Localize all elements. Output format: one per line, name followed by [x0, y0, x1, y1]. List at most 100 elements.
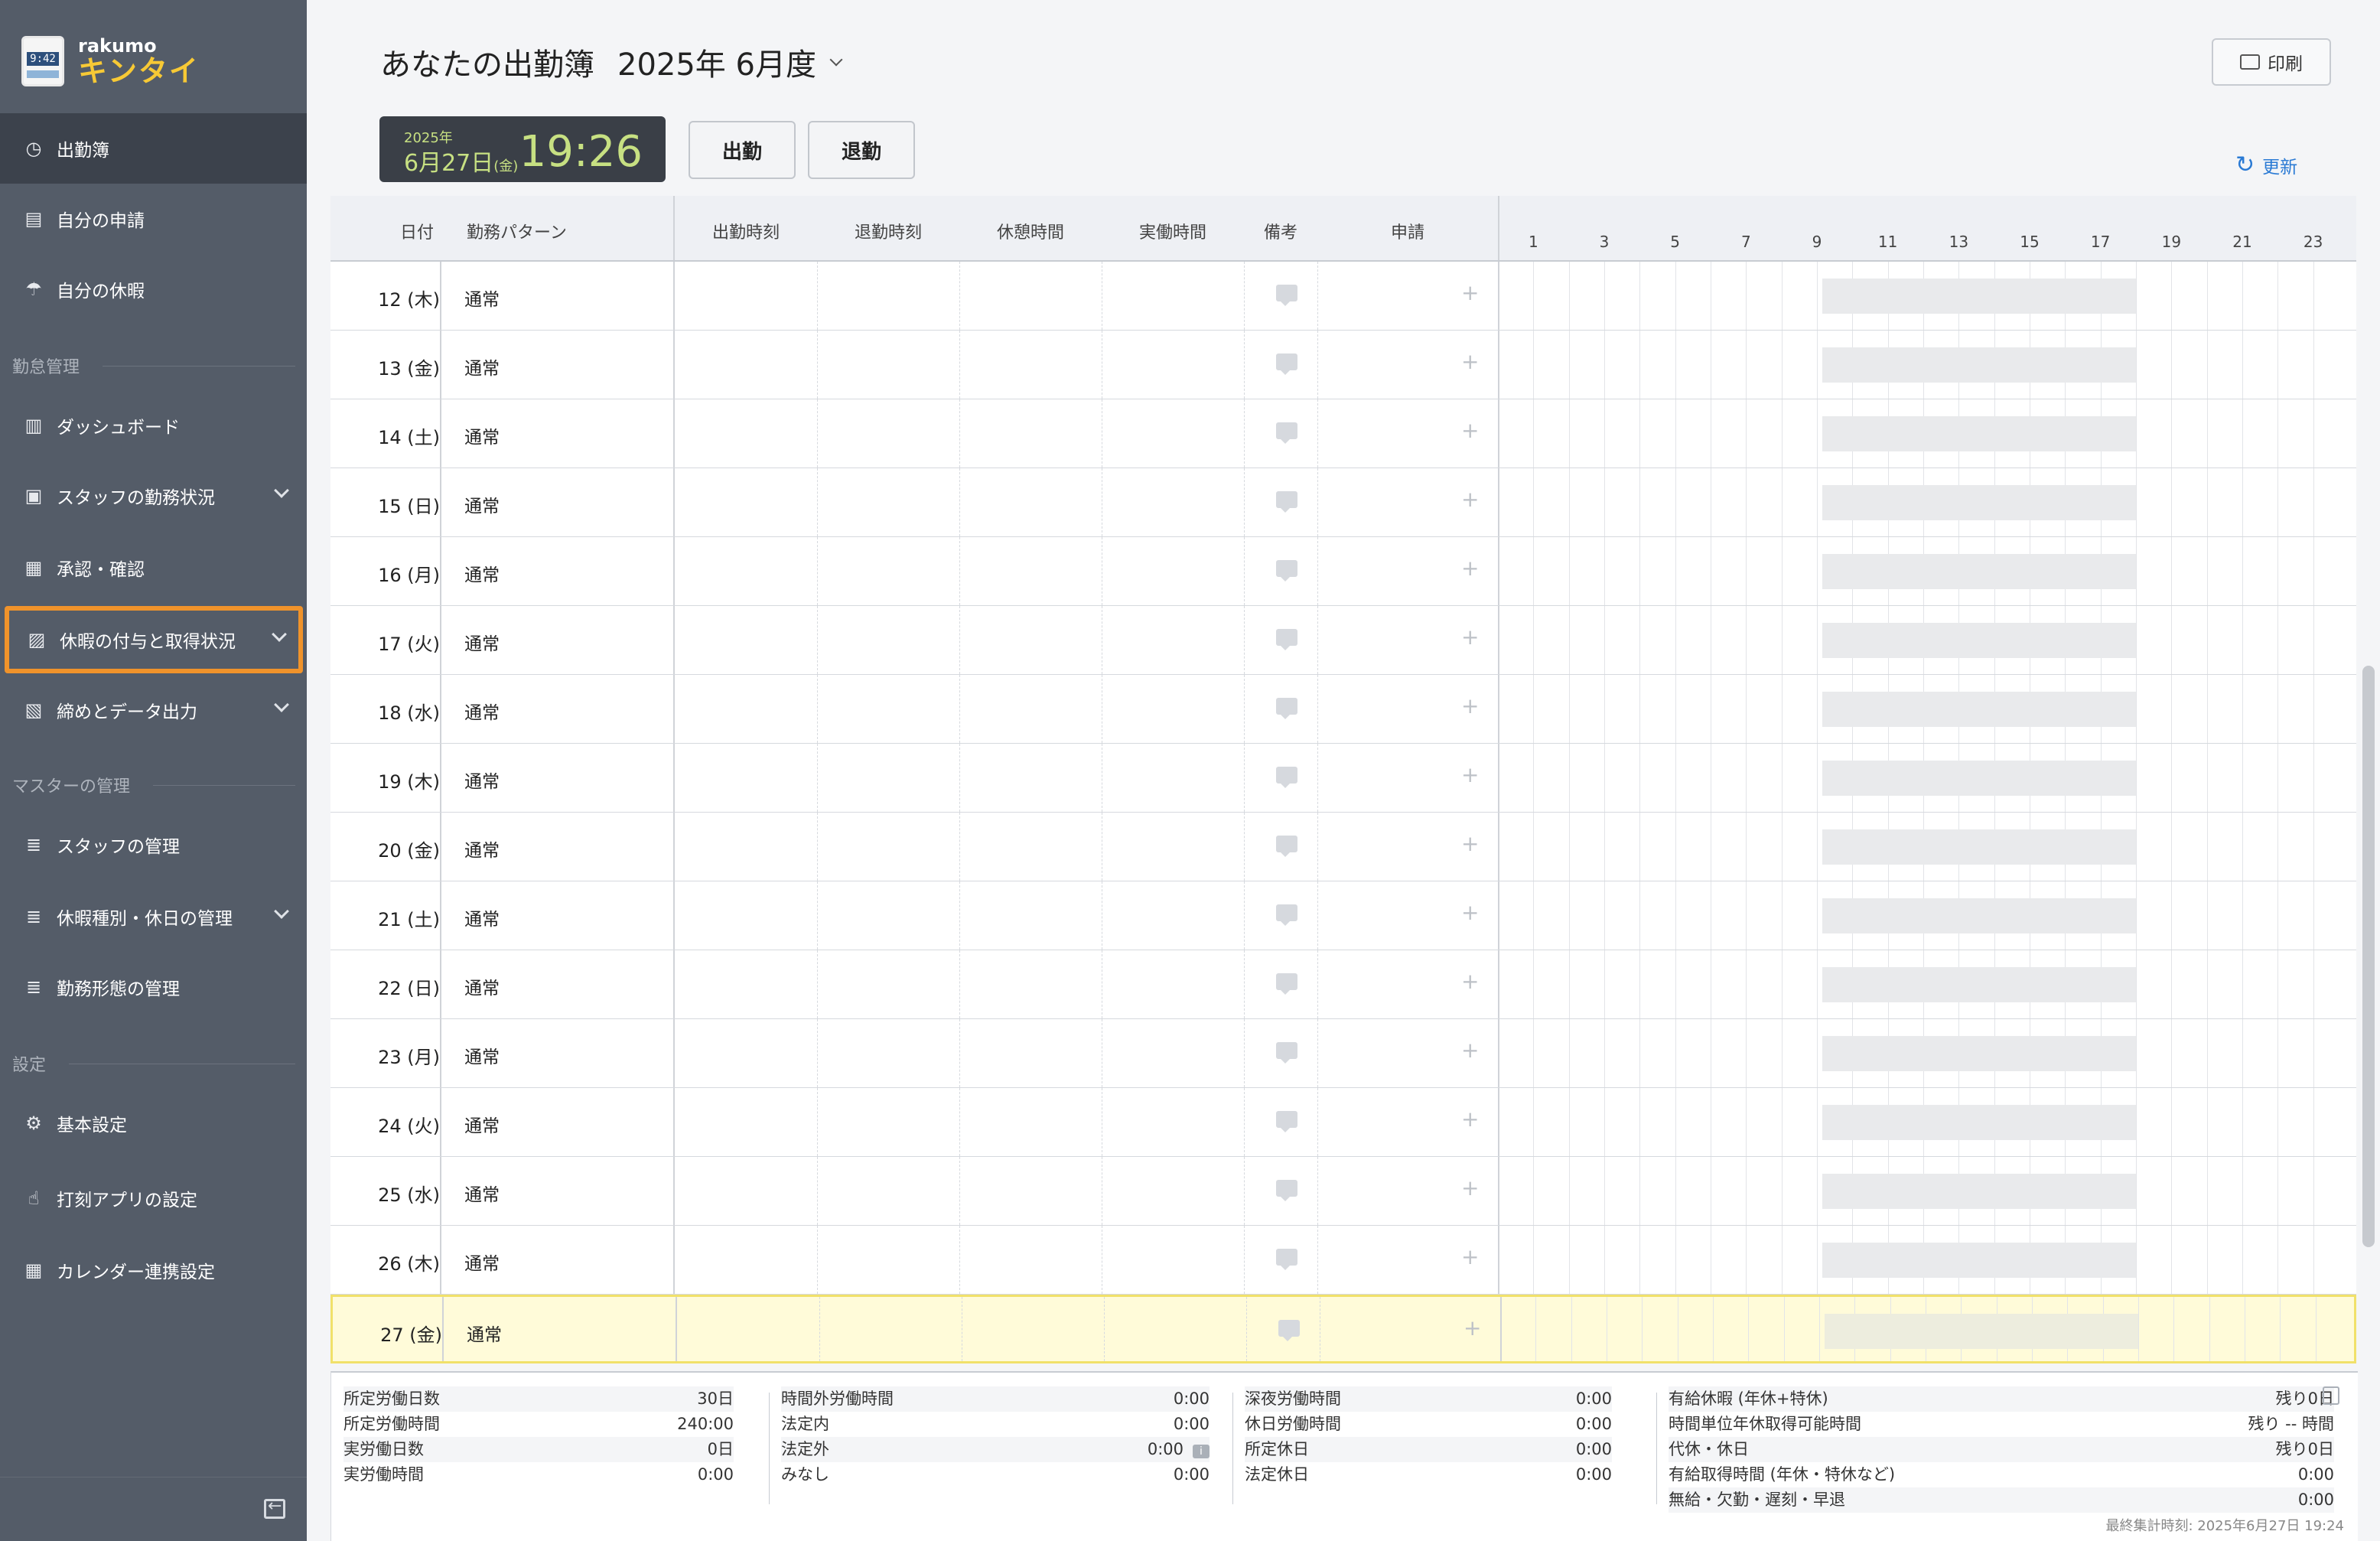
- memo-icon[interactable]: [1276, 491, 1297, 513]
- row-pattern[interactable]: 通常: [464, 491, 500, 517]
- table-row[interactable]: 16 (月) 通常 +: [330, 537, 2356, 606]
- memo-icon[interactable]: [1278, 1320, 1300, 1341]
- summary-value: 0:00: [1575, 1440, 1612, 1458]
- memo-icon[interactable]: [1276, 973, 1297, 995]
- app-logo[interactable]: 9:42 rakumo キンタイ: [21, 31, 200, 92]
- row-pattern[interactable]: 通常: [467, 1320, 502, 1346]
- period-selector[interactable]: 2025年 6月度: [617, 40, 816, 84]
- table-row-today[interactable]: 27 (金) 通常 +: [330, 1295, 2356, 1363]
- sidebar-item-staff-status[interactable]: ▣ スタッフの勤務状況: [0, 461, 307, 531]
- table-row[interactable]: 21 (土) 通常 +: [330, 881, 2356, 950]
- sidebar-item-calendar-settings[interactable]: ▦ カレンダー連携設定: [0, 1235, 307, 1305]
- row-pattern[interactable]: 通常: [464, 285, 500, 311]
- table-row[interactable]: 13 (金) 通常 +: [330, 331, 2356, 399]
- clipboard-icon: ▣: [24, 485, 43, 507]
- table-row[interactable]: 25 (水) 通常 +: [330, 1157, 2356, 1226]
- sidebar-item-my-vacation[interactable]: ☂ 自分の休暇: [0, 254, 307, 324]
- table-row[interactable]: 22 (日) 通常 +: [330, 950, 2356, 1019]
- add-request-icon[interactable]: +: [1461, 418, 1479, 443]
- sidebar-item-stamp-app-settings[interactable]: ☝ 打刻アプリの設定: [0, 1163, 307, 1233]
- memo-icon[interactable]: [1276, 767, 1297, 788]
- memo-icon[interactable]: [1276, 353, 1297, 375]
- summary-label: 実労働時間: [343, 1465, 424, 1484]
- add-request-icon[interactable]: +: [1461, 349, 1479, 374]
- sidebar-item-vacation-types[interactable]: ≣ 休暇種別・休日の管理: [0, 881, 307, 952]
- table-row[interactable]: 23 (月) 通常 +: [330, 1019, 2356, 1088]
- scrollbar[interactable]: [2362, 666, 2375, 1247]
- row-pattern[interactable]: 通常: [464, 422, 500, 448]
- summary-value: 0:00: [2297, 1491, 2334, 1509]
- row-date: 14 (土): [378, 427, 440, 448]
- row-pattern[interactable]: 通常: [464, 1180, 500, 1206]
- refresh-button[interactable]: ↻ 更新: [2235, 151, 2297, 178]
- sidebar-item-my-requests[interactable]: ▤ 自分の申請: [0, 184, 307, 254]
- row-pattern[interactable]: 通常: [464, 904, 500, 930]
- row-pattern[interactable]: 通常: [464, 1042, 500, 1068]
- row-pattern[interactable]: 通常: [464, 1111, 500, 1137]
- add-request-icon[interactable]: +: [1461, 1244, 1479, 1269]
- row-pattern[interactable]: 通常: [464, 767, 500, 793]
- download-icon[interactable]: [2323, 1386, 2339, 1405]
- table-row[interactable]: 19 (木) 通常 +: [330, 744, 2356, 813]
- sidebar-item-basic-settings[interactable]: ⚙ 基本設定: [0, 1088, 307, 1158]
- add-request-icon[interactable]: +: [1461, 555, 1479, 581]
- sidebar-item-closing-export[interactable]: ▧ 締めとデータ出力: [0, 675, 307, 745]
- summary-value: 残り0日: [2275, 1440, 2334, 1458]
- sidebar-item-dashboard[interactable]: ▥ ダッシュボード: [0, 390, 307, 461]
- memo-icon[interactable]: [1276, 422, 1297, 444]
- memo-icon[interactable]: [1276, 560, 1297, 582]
- add-request-icon[interactable]: +: [1461, 693, 1479, 718]
- memo-icon[interactable]: [1276, 904, 1297, 926]
- add-request-icon[interactable]: +: [1461, 900, 1479, 925]
- row-pattern[interactable]: 通常: [464, 1249, 500, 1275]
- clock-out-button[interactable]: 退勤: [808, 121, 915, 179]
- header-date: 日付: [399, 223, 434, 243]
- memo-icon[interactable]: [1276, 1249, 1297, 1270]
- add-request-icon[interactable]: +: [1463, 1315, 1481, 1341]
- table-row[interactable]: 24 (火) 通常 +: [330, 1088, 2356, 1157]
- collapse-sidebar-icon[interactable]: [264, 1497, 285, 1519]
- table-row[interactable]: 17 (火) 通常 +: [330, 606, 2356, 675]
- clock-in-button[interactable]: 出勤: [689, 121, 796, 179]
- sidebar-item-approval[interactable]: ▦ 承認・確認: [0, 533, 307, 603]
- table-row[interactable]: 20 (金) 通常 +: [330, 813, 2356, 881]
- chevron-down-icon[interactable]: [274, 483, 289, 498]
- chevron-down-icon[interactable]: [274, 697, 289, 712]
- info-icon[interactable]: i: [1193, 1445, 1210, 1458]
- row-pattern[interactable]: 通常: [464, 629, 500, 655]
- row-pattern[interactable]: 通常: [464, 973, 500, 999]
- sidebar-item-work-styles[interactable]: ≣ 勤務形態の管理: [0, 952, 307, 1022]
- add-request-icon[interactable]: +: [1461, 1175, 1479, 1201]
- memo-icon[interactable]: [1276, 1180, 1297, 1201]
- memo-icon[interactable]: [1276, 629, 1297, 650]
- memo-icon[interactable]: [1276, 836, 1297, 857]
- table-row[interactable]: 26 (木) 通常 +: [330, 1226, 2356, 1295]
- chevron-down-icon[interactable]: [274, 904, 289, 919]
- add-request-icon[interactable]: +: [1461, 762, 1479, 787]
- sidebar-item-staff-management[interactable]: ≣ スタッフの管理: [0, 810, 307, 880]
- memo-icon[interactable]: [1276, 698, 1297, 719]
- sidebar-item-attendance-book[interactable]: ◷ 出勤簿: [0, 113, 307, 184]
- memo-icon[interactable]: [1276, 1111, 1297, 1132]
- row-pattern[interactable]: 通常: [464, 698, 500, 724]
- table-row[interactable]: 14 (土) 通常 +: [330, 399, 2356, 468]
- add-request-icon[interactable]: +: [1461, 487, 1479, 512]
- add-request-icon[interactable]: +: [1461, 1106, 1479, 1132]
- add-request-icon[interactable]: +: [1461, 1038, 1479, 1063]
- chevron-down-icon[interactable]: [829, 53, 843, 67]
- table-row[interactable]: 18 (水) 通常 +: [330, 675, 2356, 744]
- chevron-down-icon[interactable]: [272, 627, 287, 642]
- table-row[interactable]: 12 (木) 通常 +: [330, 262, 2356, 331]
- add-request-icon[interactable]: +: [1461, 831, 1479, 856]
- add-request-icon[interactable]: +: [1461, 969, 1479, 994]
- print-button[interactable]: 印刷: [2212, 38, 2331, 86]
- table-row[interactable]: 15 (日) 通常 +: [330, 468, 2356, 537]
- sidebar-item-vacation-grant[interactable]: ▨ 休暇の付与と取得状況: [3, 604, 304, 675]
- row-pattern[interactable]: 通常: [464, 560, 500, 586]
- add-request-icon[interactable]: +: [1461, 624, 1479, 650]
- row-pattern[interactable]: 通常: [464, 836, 500, 862]
- add-request-icon[interactable]: +: [1461, 280, 1479, 305]
- memo-icon[interactable]: [1276, 1042, 1297, 1064]
- row-pattern[interactable]: 通常: [464, 353, 500, 380]
- memo-icon[interactable]: [1276, 285, 1297, 306]
